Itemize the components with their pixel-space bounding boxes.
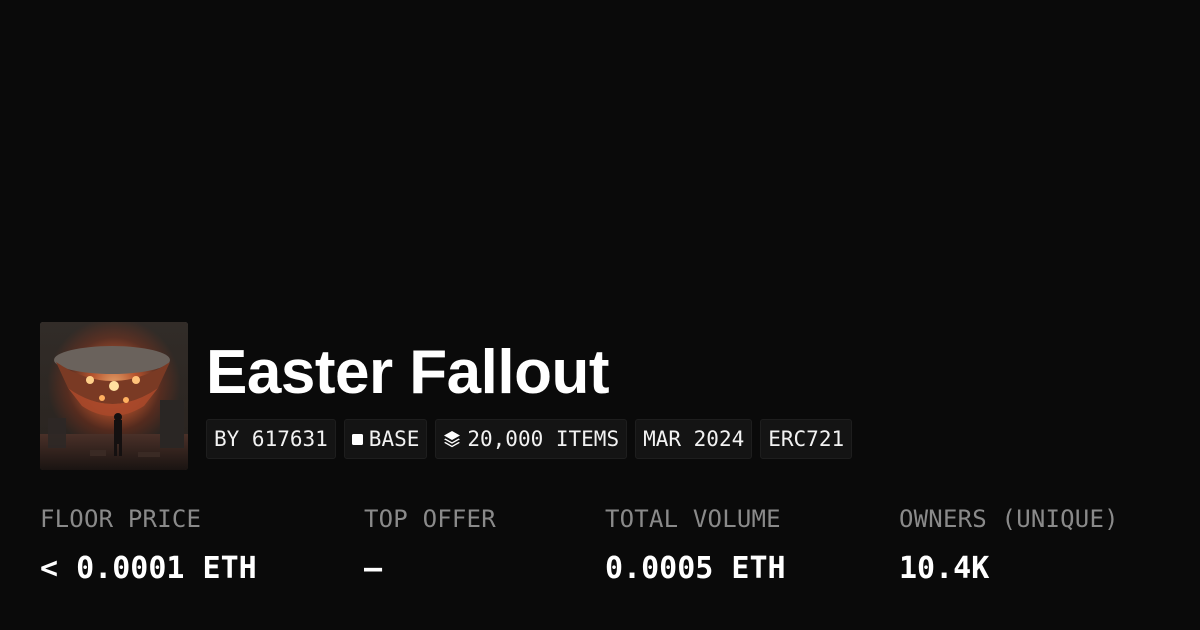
standard-tag[interactable]: ERC721 (760, 419, 853, 459)
owners-label: OWNERS (UNIQUE) (899, 505, 1119, 533)
creator-tag[interactable]: BY 617631 (206, 419, 336, 459)
chain-tag[interactable]: BASE (343, 419, 428, 459)
collection-tags: BY 617631 BASE 20,000 ITEMS MAR 2024 ERC… (206, 419, 853, 459)
collection-stats: FLOOR PRICE < 0.0001 ETH TOP OFFER – TOT… (40, 505, 1180, 595)
collection-thumbnail[interactable] (40, 322, 188, 470)
floor-price-stat: FLOOR PRICE < 0.0001 ETH (40, 505, 257, 586)
total-volume-stat: TOTAL VOLUME 0.0005 ETH (605, 505, 786, 586)
total-volume-label: TOTAL VOLUME (605, 505, 781, 533)
top-offer-stat: TOP OFFER – (364, 505, 496, 586)
title-block: Easter Fallout BY 617631 BASE 20,000 ITE… (206, 322, 853, 459)
date-tag[interactable]: MAR 2024 (635, 419, 753, 459)
chain-square-icon (351, 433, 363, 445)
collection-header: Easter Fallout BY 617631 BASE 20,000 ITE… (40, 322, 853, 470)
collection-artwork-image (40, 322, 188, 470)
standard-tag-label: ERC721 (768, 427, 845, 451)
chain-tag-label: BASE (368, 427, 420, 451)
floor-price-value: < 0.0001 ETH (40, 551, 257, 586)
floor-price-label: FLOOR PRICE (40, 505, 202, 533)
top-offer-value: – (364, 551, 383, 586)
creator-tag-label: BY 617631 (214, 427, 328, 451)
items-tag-label: 20,000 ITEMS (467, 427, 620, 451)
owners-stat: OWNERS (UNIQUE) 10.4K (899, 505, 1119, 586)
layers-icon (443, 430, 461, 448)
items-tag[interactable]: 20,000 ITEMS (435, 419, 628, 459)
top-offer-label: TOP OFFER (364, 505, 496, 533)
total-volume-value: 0.0005 ETH (605, 551, 786, 586)
owners-value: 10.4K (899, 551, 990, 586)
collection-title: Easter Fallout (206, 338, 610, 407)
date-tag-label: MAR 2024 (643, 427, 745, 451)
